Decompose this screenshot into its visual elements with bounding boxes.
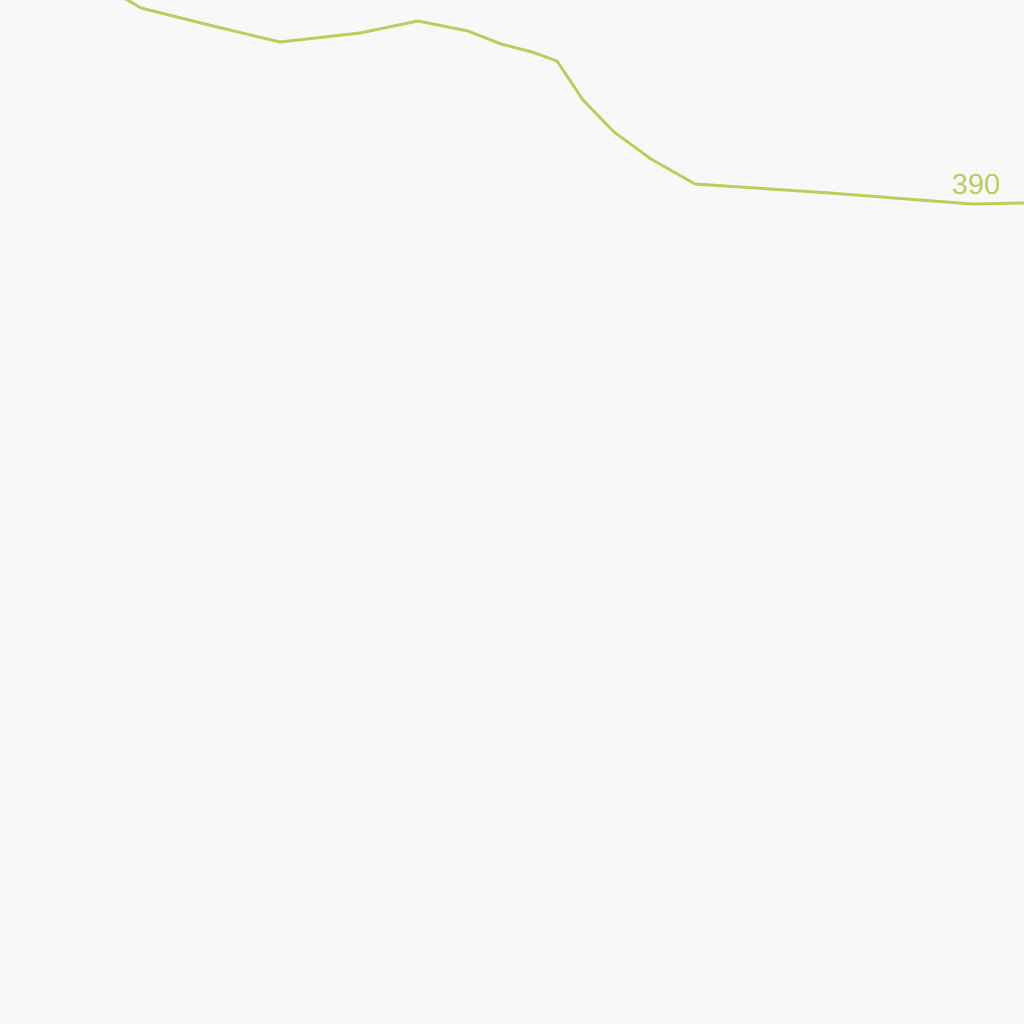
contour-elevation-label: 390 <box>952 169 1000 201</box>
map-background <box>0 0 1024 1024</box>
map-canvas[interactable]: 390 <box>0 0 1024 1024</box>
